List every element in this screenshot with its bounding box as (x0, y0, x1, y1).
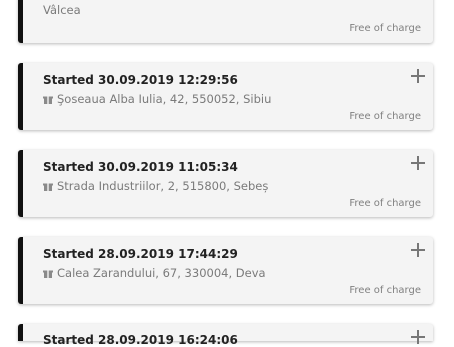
session-address: Calea Zarandului, 67, 330004, Deva (57, 266, 266, 280)
session-card[interactable]: Started 30.09.2019 12:29:56 Şoseaua Alba… (18, 63, 433, 130)
session-address-row: Strada Industriilor, 2, 515800, Sebeș (43, 179, 268, 193)
session-card[interactable]: Started 28.09.2019 17:44:29 Calea Zarand… (18, 237, 433, 304)
session-price: Free of charge (349, 285, 421, 296)
gift-icon (43, 183, 53, 191)
session-price: Free of charge (349, 198, 421, 209)
session-card[interactable]: Started 30.09.2019 11:05:34 Strada Indus… (18, 150, 433, 217)
session-price: Free of charge (349, 23, 421, 34)
session-address: Vâlcea (43, 3, 81, 17)
session-address: Strada Industriilor, 2, 515800, Sebeș (57, 179, 269, 193)
plus-icon[interactable] (411, 243, 425, 257)
session-card[interactable]: Started 28.09.2019 16:24:06 (18, 324, 433, 347)
session-title: Started 30.09.2019 12:29:56 (43, 73, 238, 87)
plus-icon[interactable] (411, 156, 425, 170)
plus-icon[interactable] (411, 330, 425, 344)
session-price: Free of charge (349, 111, 421, 122)
session-card[interactable]: Vâlcea Free of charge (18, 0, 433, 43)
session-address: Şoseaua Alba Iulia, 42, 550052, Sibiu (57, 92, 272, 106)
gift-icon (43, 96, 53, 104)
session-address-row: Calea Zarandului, 67, 330004, Deva (43, 266, 266, 280)
session-title: Started 28.09.2019 17:44:29 (43, 247, 238, 261)
plus-icon[interactable] (411, 69, 425, 83)
session-title: Started 30.09.2019 11:05:34 (43, 160, 238, 174)
session-address-row: Şoseaua Alba Iulia, 42, 550052, Sibiu (43, 92, 271, 106)
gift-icon (43, 270, 53, 278)
session-title: Started 28.09.2019 16:24:06 (43, 333, 238, 347)
